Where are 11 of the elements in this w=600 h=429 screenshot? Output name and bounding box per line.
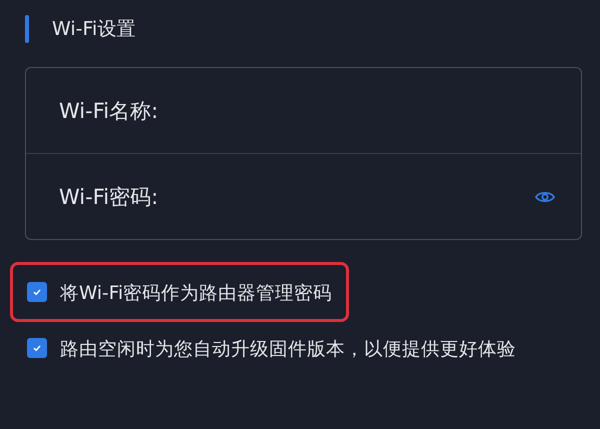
accent-bar xyxy=(25,15,29,43)
checkbox[interactable] xyxy=(27,338,47,358)
field-label: Wi-Fi名称: xyxy=(59,98,158,124)
input-field[interactable]: Wi-Fi密码: xyxy=(26,153,581,239)
field-label: Wi-Fi密码: xyxy=(59,184,158,210)
checkbox[interactable] xyxy=(27,282,47,302)
input-field[interactable]: Wi-Fi名称: xyxy=(26,68,581,153)
option-label: 路由空闲时为您自动升级固件版本，以便提供更好体验 xyxy=(60,338,516,360)
section-title: Wi-Fi设置 xyxy=(52,17,136,42)
eye-icon[interactable] xyxy=(535,190,555,204)
option-label: 将Wi-Fi密码作为路由器管理密码 xyxy=(60,282,332,304)
